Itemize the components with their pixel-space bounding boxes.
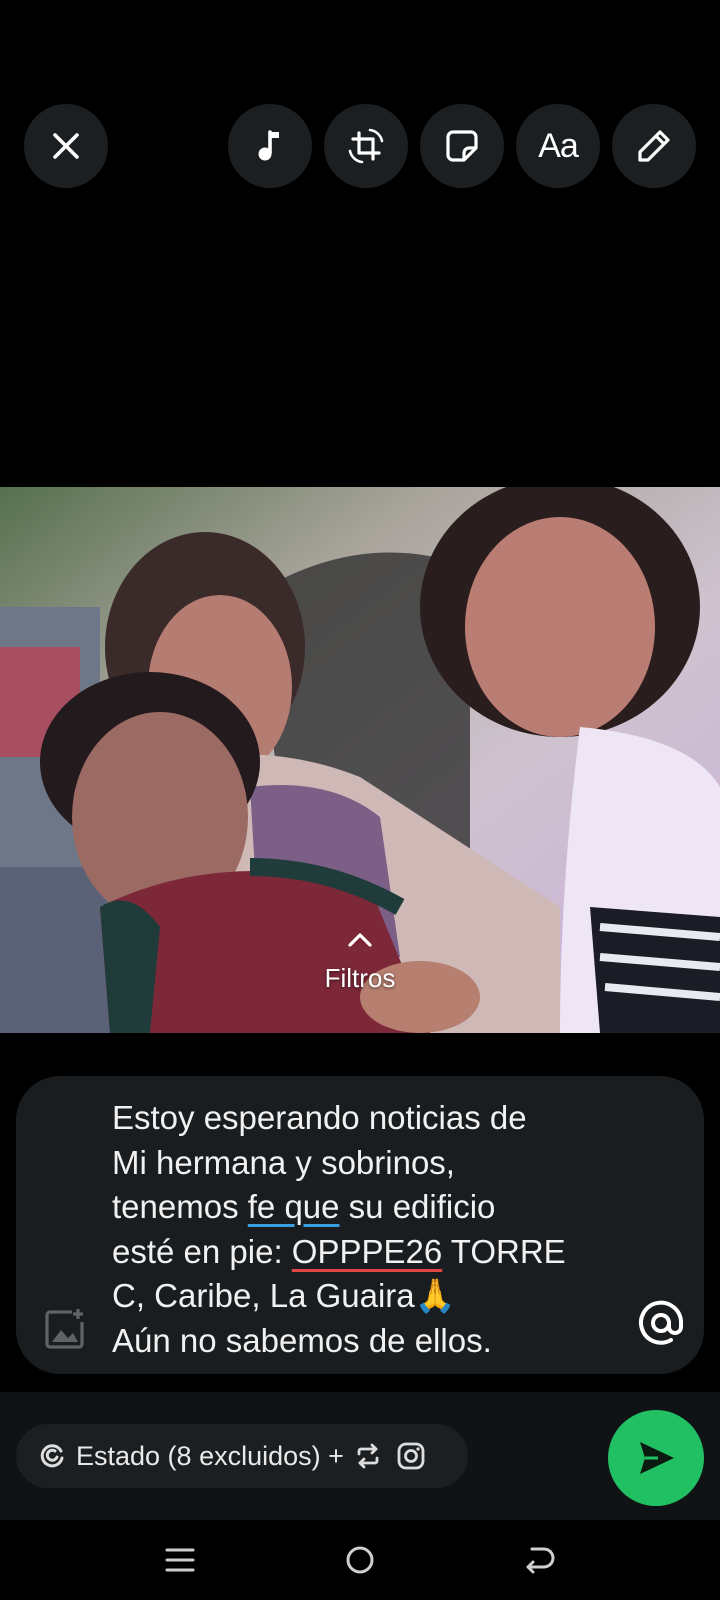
system-navigation-bar bbox=[0, 1520, 720, 1600]
caption-box[interactable]: Estoy esperando noticias de Mi hermana y… bbox=[16, 1076, 704, 1374]
repeat-icon bbox=[357, 1443, 379, 1469]
draw-button[interactable] bbox=[612, 104, 696, 188]
caption-text: tenemos bbox=[112, 1188, 248, 1225]
pencil-icon bbox=[638, 130, 670, 162]
caption-line: Aún no sabemos de ellos. bbox=[112, 1321, 492, 1359]
filters-label: Filtros bbox=[324, 963, 396, 993]
add-media-icon[interactable] bbox=[42, 1306, 88, 1352]
chevron-up-icon bbox=[348, 933, 372, 947]
add-music-button[interactable] bbox=[228, 104, 312, 188]
send-button[interactable] bbox=[608, 1410, 704, 1506]
back-icon[interactable] bbox=[520, 1540, 560, 1580]
caption-text: C, Caribe, La Guaira bbox=[112, 1277, 415, 1314]
close-button[interactable] bbox=[24, 104, 108, 188]
crop-rotate-button[interactable] bbox=[324, 104, 408, 188]
text-tool-label: Aa bbox=[538, 126, 579, 165]
crop-rotate-icon bbox=[348, 128, 384, 164]
add-text-button[interactable]: Aa bbox=[516, 104, 600, 188]
caption-line: tenemos fe que su edificio bbox=[112, 1185, 612, 1230]
status-icon bbox=[40, 1444, 64, 1468]
caption-line: Estoy esperando noticias de bbox=[112, 1099, 527, 1136]
mention-icon[interactable] bbox=[634, 1296, 688, 1350]
grammar-suggestion[interactable]: fe que bbox=[248, 1188, 340, 1225]
music-note-icon bbox=[258, 130, 279, 161]
send-icon bbox=[640, 1442, 674, 1474]
editor-toolbar: Aa bbox=[0, 104, 720, 188]
status-audience-button[interactable]: Estado (8 excluidos) + bbox=[16, 1424, 468, 1488]
caption-input[interactable]: Estoy esperando noticias de Mi hermana y… bbox=[112, 1096, 612, 1363]
bottom-bar: Estado (8 excluidos) + bbox=[0, 1392, 720, 1520]
filters-toggle[interactable]: Filtros bbox=[0, 930, 720, 994]
pray-emoji: 🙏 bbox=[414, 1277, 456, 1314]
caption-line: esté en pie: OPPPE26 TORRE bbox=[112, 1230, 612, 1275]
caption-text: esté en pie: bbox=[112, 1232, 292, 1270]
caption-line: C, Caribe, La Guaira🙏 bbox=[112, 1274, 612, 1319]
status-audience-label: Estado (8 excluidos) + bbox=[76, 1440, 344, 1471]
caption-text: su edificio bbox=[339, 1188, 496, 1225]
sticker-icon bbox=[446, 130, 478, 162]
sticker-button[interactable] bbox=[420, 104, 504, 188]
caption-text: TORRE bbox=[442, 1232, 566, 1270]
instagram-icon bbox=[397, 1442, 425, 1470]
spelling-error[interactable]: OPPPE26 bbox=[292, 1233, 442, 1270]
close-icon bbox=[53, 133, 79, 159]
recent-apps-icon[interactable] bbox=[160, 1540, 200, 1580]
caption-line: Mi hermana y sobrinos, bbox=[112, 1143, 455, 1181]
home-icon[interactable] bbox=[340, 1540, 380, 1580]
